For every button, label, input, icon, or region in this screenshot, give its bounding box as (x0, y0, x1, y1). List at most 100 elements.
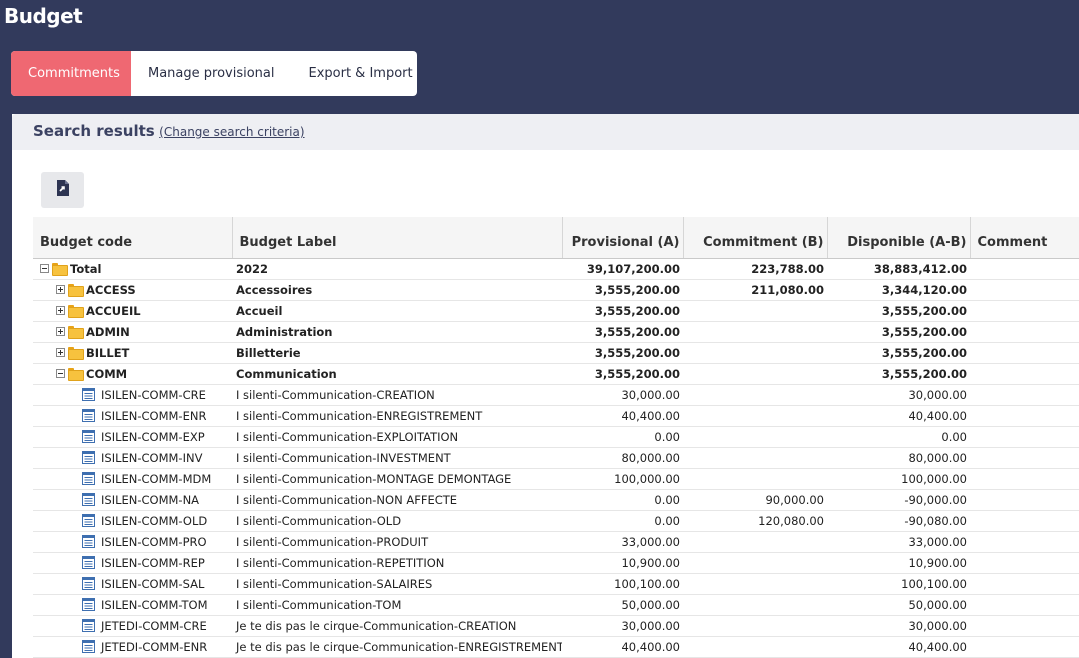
column-header-budget-code[interactable]: Budget code (33, 217, 233, 259)
folder-icon (52, 263, 68, 276)
document-icon (82, 535, 95, 548)
results-title: Search results (33, 122, 155, 140)
table-row[interactable]: ISILEN-COMM-EXP I silenti-Communication-E… (33, 426, 1079, 448)
folder-icon (68, 347, 84, 360)
table-row[interactable]: ISILEN-COMM-TOM I silenti-Communication-T… (33, 594, 1079, 616)
budget-table: Budget code Budget Label Provisional (A)… (33, 217, 1079, 658)
budget-code-cell: BILLET (33, 342, 232, 364)
comment-cell (970, 594, 1079, 616)
tab-commitments[interactable]: Commitments (11, 51, 131, 96)
collapse-icon[interactable] (56, 369, 65, 378)
budget-code-cell: ISILEN-COMM-ENR (33, 405, 232, 427)
budget-label-cell: Je te dis pas le cirque-Communication-EN… (232, 636, 562, 658)
commitment-cell: 211,080.00 (683, 279, 827, 301)
table-row[interactable]: ISILEN-COMM-REP I silenti-Communication-R… (33, 552, 1079, 574)
commitment-cell: 223,788.00 (683, 258, 827, 280)
budget-code: ISILEN-COMM-ENR (101, 408, 207, 423)
budget-code: JETEDI-COMM-CRE (101, 618, 207, 633)
budget-code: ISILEN-COMM-NA (101, 492, 200, 507)
table-row[interactable]: ISILEN-COMM-SAL I silenti-Communication-S… (33, 573, 1079, 595)
budget-label-cell: I silenti-Communication-INVESTMENT (232, 447, 562, 469)
file-export-icon (55, 179, 71, 202)
disponible-cell: 0.00 (827, 426, 970, 448)
table-row[interactable]: Total 2022 39,107,200.00 223,788.00 38,883,4… (33, 258, 1079, 280)
commitment-cell (683, 531, 827, 553)
budget-code-cell: ISILEN-COMM-OLD (33, 510, 232, 532)
table-header-row: Budget code Budget Label Provisional (A)… (33, 217, 1079, 259)
table-row[interactable]: ISILEN-COMM-CRE I silenti-Communication-C… (33, 384, 1079, 406)
results-panel: Search results (Change search criteria) … (12, 114, 1079, 658)
column-header-comment[interactable]: Comment (970, 217, 1079, 259)
column-header-commitment[interactable]: Commitment (B) (683, 217, 828, 259)
commitment-cell (683, 615, 827, 637)
table-row[interactable]: ISILEN-COMM-OLD I silenti-Communication-O… (33, 510, 1079, 532)
budget-code-cell: ISILEN-COMM-INV (33, 447, 232, 469)
table-row[interactable]: ISILEN-COMM-MDM I silenti-Communication-M… (33, 468, 1079, 490)
comment-cell (970, 300, 1079, 322)
disponible-cell: 3,555,200.00 (827, 342, 970, 364)
budget-code: COMM (86, 366, 128, 381)
tab-manage-provisional[interactable]: Manage provisional (131, 51, 292, 96)
comment-cell (970, 531, 1079, 553)
expand-icon[interactable] (56, 306, 65, 315)
disponible-cell: 40,400.00 (827, 405, 970, 427)
budget-label-cell: I silenti-Communication-NON AFFECTE (232, 489, 562, 511)
budget-code: ISILEN-COMM-SAL (101, 576, 205, 591)
column-header-provisional[interactable]: Provisional (A) (562, 217, 684, 259)
table-row[interactable]: BILLET Billetterie 3,555,200.00 3,555,200.0… (33, 342, 1079, 364)
budget-code-cell: ISILEN-COMM-MDM (33, 468, 232, 490)
table-row[interactable]: ISILEN-COMM-INV I silenti-Communication-I… (33, 447, 1079, 469)
table-row[interactable]: ISILEN-COMM-NA I silenti-Communication-NO… (33, 489, 1079, 511)
column-header-disponible[interactable]: Disponible (A-B) (827, 217, 971, 259)
commitment-cell (683, 321, 827, 343)
tab-export-import[interactable]: Export & Import (292, 51, 418, 96)
expand-icon[interactable] (56, 285, 65, 294)
table-row[interactable]: ADMIN Administration 3,555,200.00 3,555,200… (33, 321, 1079, 343)
column-header-budget-label[interactable]: Budget Label (232, 217, 563, 259)
budget-label-cell: Accueil (232, 300, 562, 322)
table-row[interactable]: JETEDI-COMM-CRE Je te dis pas le cirque-C… (33, 615, 1079, 637)
commitment-cell (683, 300, 827, 322)
provisional-cell: 0.00 (562, 426, 683, 448)
results-header: Search results (Change search criteria) (12, 114, 1079, 150)
collapse-icon[interactable] (40, 264, 49, 273)
commitment-cell (683, 405, 827, 427)
provisional-cell: 100,100.00 (562, 573, 683, 595)
commitment-cell (683, 363, 827, 385)
document-icon (82, 451, 95, 464)
budget-label-cell: I silenti-Communication-MONTAGE DEMONTAG… (232, 468, 562, 490)
table-row[interactable]: ACCESS Accessoires 3,555,200.00 211,080.00 3… (33, 279, 1079, 301)
folder-icon (68, 284, 84, 297)
expand-icon[interactable] (56, 348, 65, 357)
comment-cell (970, 636, 1079, 658)
budget-code: ISILEN-COMM-OLD (101, 513, 208, 528)
provisional-cell: 30,000.00 (562, 615, 683, 637)
table-row[interactable]: COMM Communication 3,555,200.00 3,555,200.0… (33, 363, 1079, 385)
comment-cell (970, 384, 1079, 406)
budget-code: JETEDI-COMM-ENR (101, 639, 208, 654)
budget-label-cell: Communication (232, 363, 562, 385)
disponible-cell: 3,555,200.00 (827, 300, 970, 322)
provisional-cell: 0.00 (562, 510, 683, 532)
table-row[interactable]: ISILEN-COMM-PRO I silenti-Communication-P… (33, 531, 1079, 553)
budget-code-cell: ISILEN-COMM-EXP (33, 426, 232, 448)
document-icon (82, 619, 95, 632)
provisional-cell: 40,400.00 (562, 636, 683, 658)
budget-label-cell: I silenti-Communication-CREATION (232, 384, 562, 406)
provisional-cell: 33,000.00 (562, 531, 683, 553)
export-button[interactable] (41, 172, 84, 208)
table-row[interactable]: ACCUEIL Accueil 3,555,200.00 3,555,200.00 (33, 300, 1079, 322)
budget-label-cell: I silenti-Communication-OLD (232, 510, 562, 532)
expand-icon[interactable] (56, 327, 65, 336)
budget-label-cell: I silenti-Communication-ENREGISTREMENT (232, 405, 562, 427)
document-icon (82, 556, 95, 569)
provisional-cell: 0.00 (562, 489, 683, 511)
table-row[interactable]: ISILEN-COMM-ENR I silenti-Communication-E… (33, 405, 1079, 427)
provisional-cell: 3,555,200.00 (562, 342, 683, 364)
budget-code-cell: ISILEN-COMM-TOM (33, 594, 232, 616)
change-search-criteria-link[interactable]: (Change search criteria) (159, 125, 304, 139)
comment-cell (970, 615, 1079, 637)
budget-code-cell: JETEDI-COMM-CRE (33, 615, 232, 637)
table-row[interactable]: JETEDI-COMM-ENR Je te dis pas le cirque-C… (33, 636, 1079, 658)
budget-code: ISILEN-COMM-MDM (101, 471, 212, 486)
